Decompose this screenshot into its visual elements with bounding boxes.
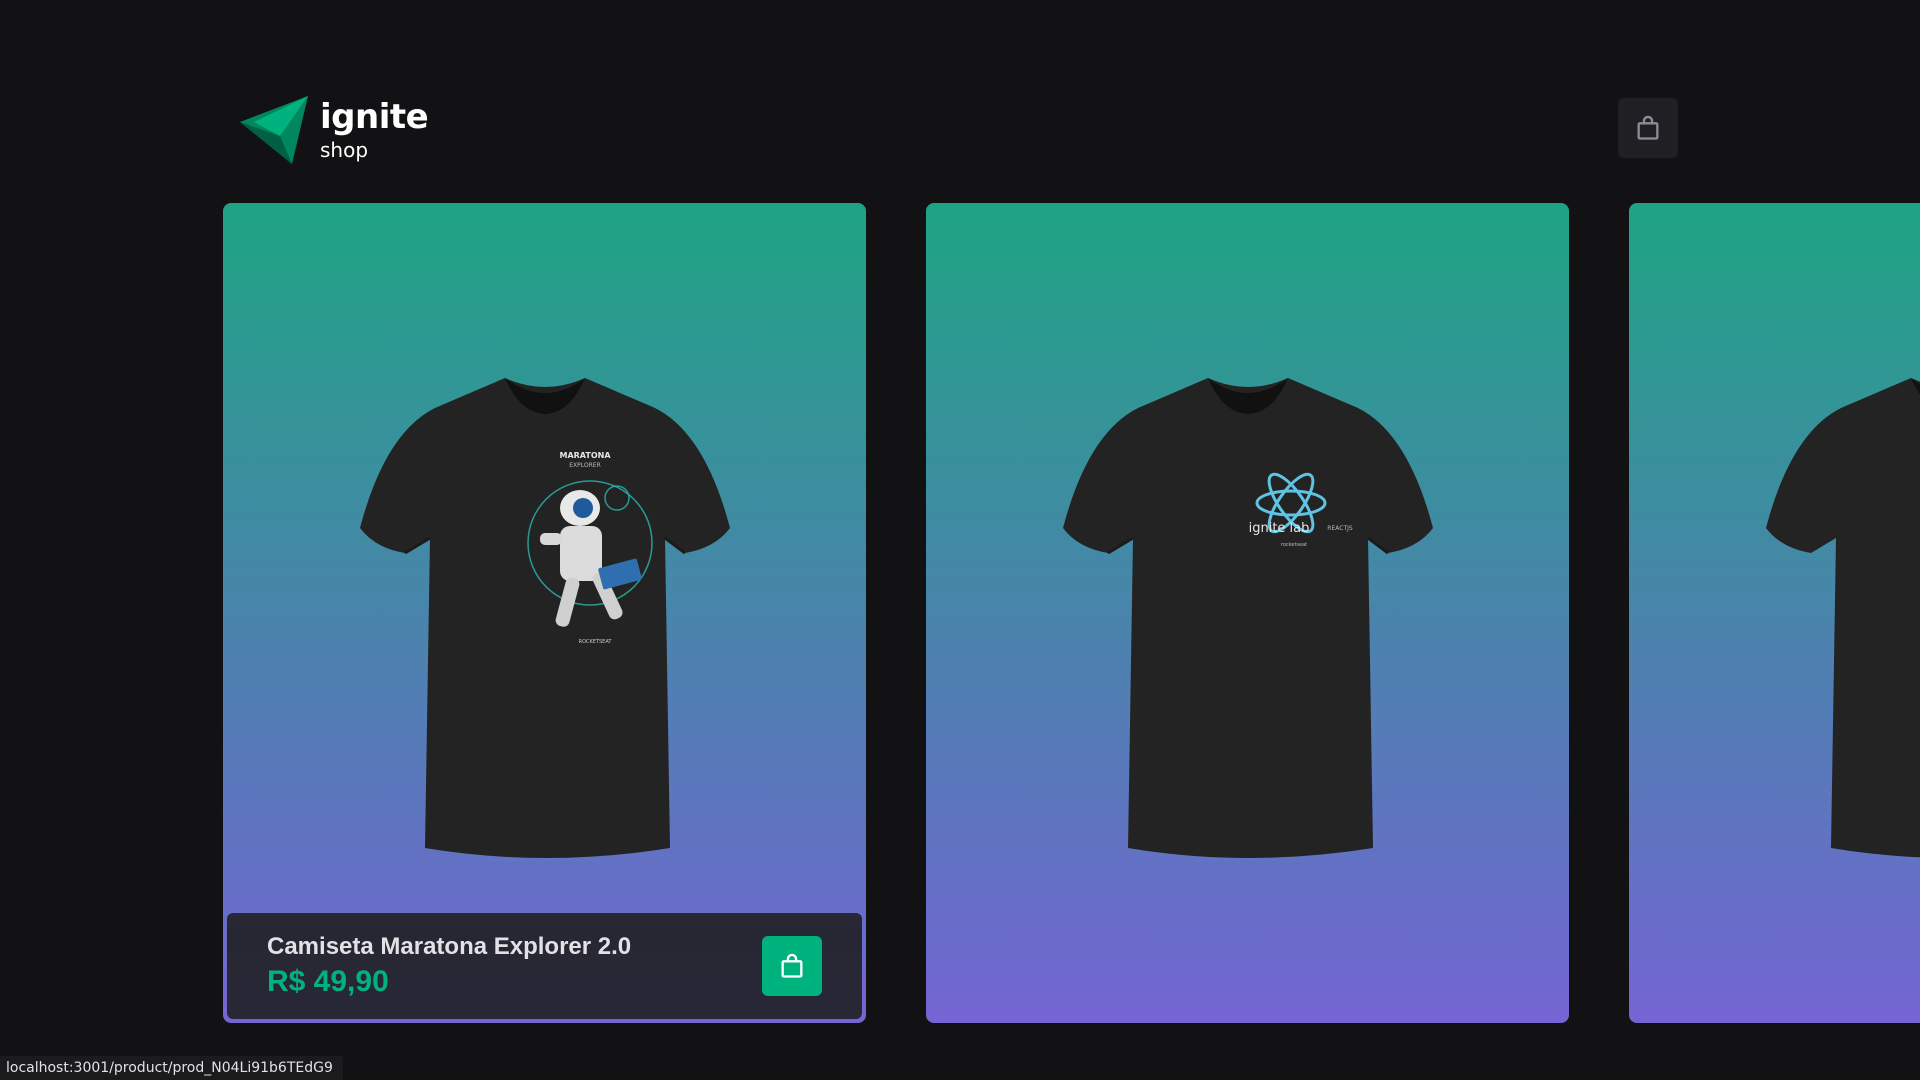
logo-link[interactable]: ignite shop <box>240 96 429 164</box>
tshirt-image <box>1766 378 1920 858</box>
status-bar-url: localhost:3001/product/prod_N04Li91b6TEd… <box>0 1056 343 1080</box>
add-to-cart-button[interactable] <box>762 936 822 996</box>
page: ignite shop MARATONA EXPLORER ROCKETSEAT… <box>0 0 1920 1080</box>
shopping-bag-icon <box>781 953 803 978</box>
logo-icon <box>240 96 308 164</box>
print-title: ignite lab <box>1249 521 1310 536</box>
product-card[interactable]: MARATONA EXPLORER ROCKETSEAT Camiseta Ma… <box>223 203 866 1023</box>
print-subtitle: REACTJS <box>1327 525 1353 532</box>
product-footer: Camiseta Maratona Explorer 2.0 R$ 49,90 <box>227 913 862 1019</box>
product-name: Camiseta Maratona Explorer 2.0 <box>267 933 632 960</box>
product-card[interactable]: ignite lab REACTJS rocketseat <box>926 203 1569 1023</box>
tshirt-image: ignite lab REACTJS rocketseat <box>1063 378 1433 858</box>
print-title: MARATONA <box>559 451 611 460</box>
tshirt-image: MARATONA EXPLORER ROCKETSEAT <box>360 378 730 858</box>
print-subtitle: EXPLORER <box>569 462 601 469</box>
print-brand: ROCKETSEAT <box>579 639 613 645</box>
product-slider[interactable]: MARATONA EXPLORER ROCKETSEAT Camiseta Ma… <box>223 203 1920 1023</box>
shopping-bag-icon <box>1637 115 1659 140</box>
print-brand: rocketseat <box>1281 542 1307 548</box>
logo-subtitle: shop <box>320 138 369 162</box>
cart-button[interactable] <box>1618 98 1678 158</box>
product-card[interactable] <box>1629 203 1920 1023</box>
product-price: R$ 49,90 <box>267 965 389 998</box>
logo-title: ignite <box>320 97 429 137</box>
